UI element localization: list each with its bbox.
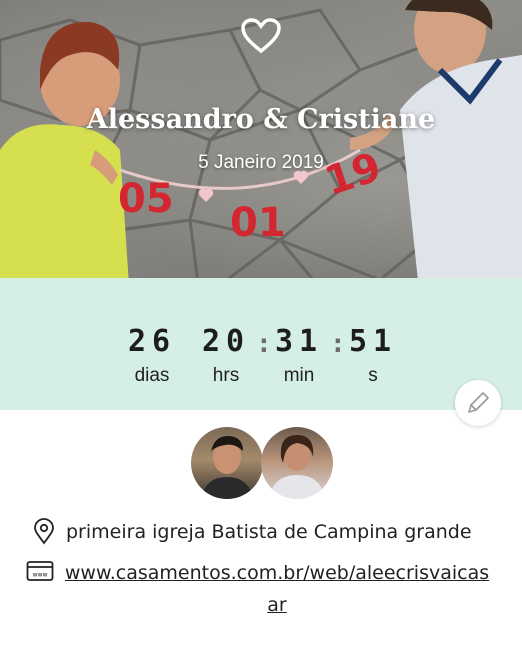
bride-avatar[interactable] (261, 427, 333, 499)
pencil-icon (468, 392, 489, 413)
days-value: 26 (127, 324, 177, 359)
couple-name-title: Alessandro & Cristiane (86, 104, 436, 135)
wedding-date: 5 Janeiro 2019 (198, 152, 324, 173)
map-pin-icon (34, 518, 54, 545)
couple-photo: 05 01 19 Alessandro & Cristiane 5 Janeir… (0, 0, 522, 300)
svg-text:www: www (33, 572, 48, 579)
browser-www-icon: www (26, 561, 54, 581)
website-link[interactable]: www.casamentos.com.br/web/aleecrisvaicas… (62, 557, 492, 621)
minutes-label: min (283, 365, 315, 386)
location-text: primeira igreja Batista de Campina grand… (66, 521, 472, 543)
band-wave-divider (0, 281, 522, 318)
countdown-days: 26 dias (112, 322, 192, 390)
days-label: dias (134, 365, 170, 386)
hours-value: 20 (201, 324, 251, 359)
location-row: primeira igreja Batista de Campina grand… (30, 518, 472, 546)
countdown-seconds: 51 s (333, 322, 413, 390)
seconds-value: 51 (348, 324, 398, 359)
edit-button[interactable] (455, 380, 501, 426)
sign-number-01: 01 (230, 200, 286, 246)
minutes-value: 31 (274, 324, 324, 359)
heart-logo-icon (241, 18, 281, 54)
sign-number-05: 05 (118, 176, 174, 222)
countdown-hours: 20 hrs (186, 322, 266, 390)
seconds-label: s (368, 365, 378, 386)
hours-label: hrs (212, 365, 240, 386)
website-row: www www.casamentos.com.br/web/aleecrisva… (26, 557, 492, 621)
countdown-minutes: 31 min (259, 322, 339, 390)
groom-avatar[interactable] (191, 427, 263, 499)
countdown-timer: 26 dias 20 hrs : 31 min : 51 s (0, 322, 522, 392)
